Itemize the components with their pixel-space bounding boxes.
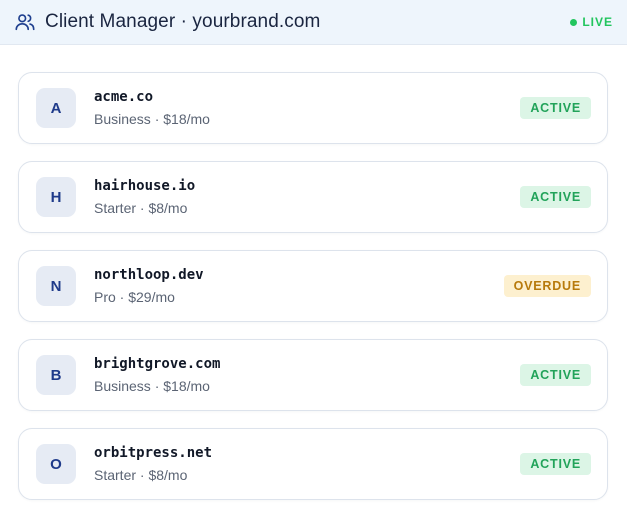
status-badge: OVERDUE [503,275,591,297]
live-dot-icon [570,18,578,26]
client-domain: northloop.dev [94,267,204,283]
live-label: LIVE [582,15,613,29]
client-plan: Pro · $29/mo [94,289,175,305]
client-info: hairhouse.io Starter · $8/mo [94,178,195,216]
client-info: acme.co Business · $18/mo [94,89,210,127]
client-plan: Business · $18/mo [94,111,210,127]
status-badge: ACTIVE [520,453,591,475]
client-card[interactable]: H hairhouse.io Starter · $8/mo ACTIVE [18,161,608,233]
status-badge: ACTIVE [520,186,591,208]
client-avatar: N [36,266,76,306]
client-info: orbitpress.net Starter · $8/mo [94,445,212,483]
client-plan: Business · $18/mo [94,378,210,394]
status-badge: ACTIVE [520,97,591,119]
client-domain: hairhouse.io [94,178,196,194]
client-card[interactable]: B brightgrove.com Business · $18/mo ACTI… [18,339,608,411]
client-avatar: B [36,355,76,395]
live-indicator: LIVE [570,15,613,29]
client-list: A acme.co Business · $18/mo ACTIVE H hai… [0,45,627,500]
client-domain: acme.co [94,89,154,105]
users-icon [14,11,36,33]
client-plan: Starter · $8/mo [94,467,188,483]
client-domain: orbitpress.net [94,445,213,461]
client-avatar: A [36,88,76,128]
client-info: brightgrove.com Business · $18/mo [94,356,220,394]
client-domain: brightgrove.com [94,356,221,372]
client-avatar: H [36,177,76,217]
client-card[interactable]: O orbitpress.net Starter · $8/mo ACTIVE [18,428,608,500]
client-avatar: O [36,444,76,484]
page-title: Client Manager · yourbrand.com [45,11,321,32]
client-plan: Starter · $8/mo [94,200,188,216]
client-card[interactable]: A acme.co Business · $18/mo ACTIVE [18,72,608,144]
client-card[interactable]: N northloop.dev Pro · $29/mo OVERDUE [18,250,608,322]
client-info: northloop.dev Pro · $29/mo [94,267,204,305]
status-badge: ACTIVE [520,364,591,386]
app-header: Client Manager · yourbrand.com LIVE [0,0,627,45]
